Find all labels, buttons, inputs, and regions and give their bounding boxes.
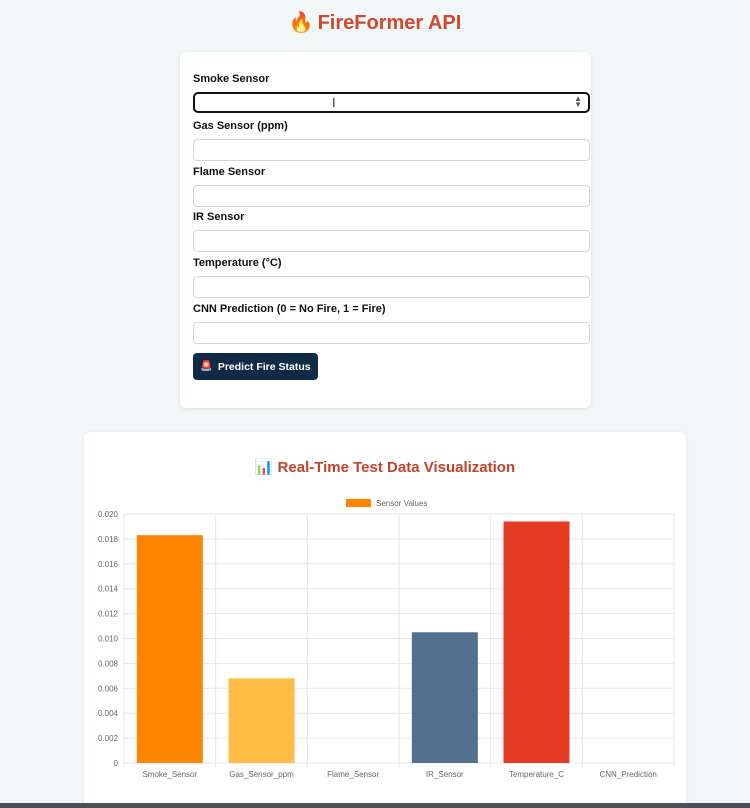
fire-icon: 🔥 [288, 12, 314, 34]
bar-smoke-sensor [136, 535, 203, 763]
page-title-text: FireFormer API [317, 12, 462, 34]
gas-sensor-input[interactable] [193, 139, 590, 161]
bar-ir-sensor [411, 632, 478, 763]
prediction-form: Smoke Sensor I ▲ ▼ Gas Sensor (ppm) Flame… [180, 52, 591, 408]
y-tick-label: 0.016 [98, 560, 119, 569]
x-tick-label: Gas_Sensor_ppm [229, 770, 294, 779]
x-tick-label: Smoke_Sensor [142, 770, 197, 779]
sensor-bar-chart: 0 0.002 0.004 0.006 0.008 0.010 0.012 0.014 0.01… [98, 499, 675, 779]
select-arrows-icon: ▲ ▼ [574, 94, 582, 109]
ir-sensor-input[interactable] [193, 230, 590, 252]
siren-icon: 🚨 [200, 361, 213, 372]
y-tick-label: 0 [114, 759, 119, 768]
predict-fire-status-button[interactable]: 🚨 Predict Fire Status [193, 353, 318, 380]
flame-sensor-label: Flame Sensor [193, 166, 266, 178]
x-tick-label: IR_Sensor [426, 770, 464, 779]
x-tick-label: Flame_Sensor [327, 770, 379, 779]
y-tick-label: 0.008 [98, 659, 119, 668]
temperature-input[interactable] [193, 276, 590, 298]
legend-label: Sensor Values [376, 499, 427, 508]
y-tick-label: 0.004 [98, 709, 119, 718]
flame-sensor-field: Flame Sensor [193, 165, 590, 207]
x-tick-label: CNN_Prediction [599, 770, 656, 779]
smoke-sensor-select[interactable]: I ▲ ▼ [193, 92, 590, 113]
flame-sensor-input[interactable] [193, 185, 590, 207]
y-tick-label: 0.020 [98, 510, 119, 519]
text-cursor-icon: I [332, 95, 336, 110]
y-tick-label: 0.006 [98, 684, 119, 693]
smoke-sensor-field: Smoke Sensor I ▲ ▼ [193, 72, 590, 113]
gas-sensor-label: Gas Sensor (ppm) [193, 120, 288, 132]
temperature-label: Temperature (°C) [193, 257, 282, 269]
cnn-prediction-input[interactable] [193, 322, 590, 344]
chart-card: 📊 Real-Time Test Data Visualization 0 0.00… [84, 432, 686, 808]
predict-button-label: Predict Fire Status [217, 360, 311, 373]
y-tick-label: 0.010 [98, 635, 119, 644]
ir-sensor-label: IR Sensor [193, 211, 245, 223]
y-tick-label: 0.014 [98, 585, 119, 594]
y-tick-label: 0.002 [98, 734, 119, 743]
ir-sensor-field: IR Sensor [193, 210, 590, 252]
cnn-prediction-label: CNN Prediction (0 = No Fire, 1 = Fire) [193, 303, 386, 315]
bar-gas-sensor-ppm [228, 678, 295, 763]
legend-swatch [346, 499, 371, 507]
page-title: 🔥 FireFormer API [0, 10, 750, 35]
temperature-field: Temperature (°C) [193, 256, 590, 298]
bottom-bar [0, 803, 750, 808]
cnn-prediction-field: CNN Prediction (0 = No Fire, 1 = Fire) [193, 302, 590, 344]
y-tick-label: 0.018 [98, 535, 119, 544]
y-tick-label: 0.012 [98, 610, 119, 619]
x-tick-label: Temperature_C [509, 770, 564, 779]
bar-temperature-c [503, 521, 570, 763]
gas-sensor-field: Gas Sensor (ppm) [193, 119, 590, 161]
smoke-sensor-label: Smoke Sensor [193, 73, 270, 85]
